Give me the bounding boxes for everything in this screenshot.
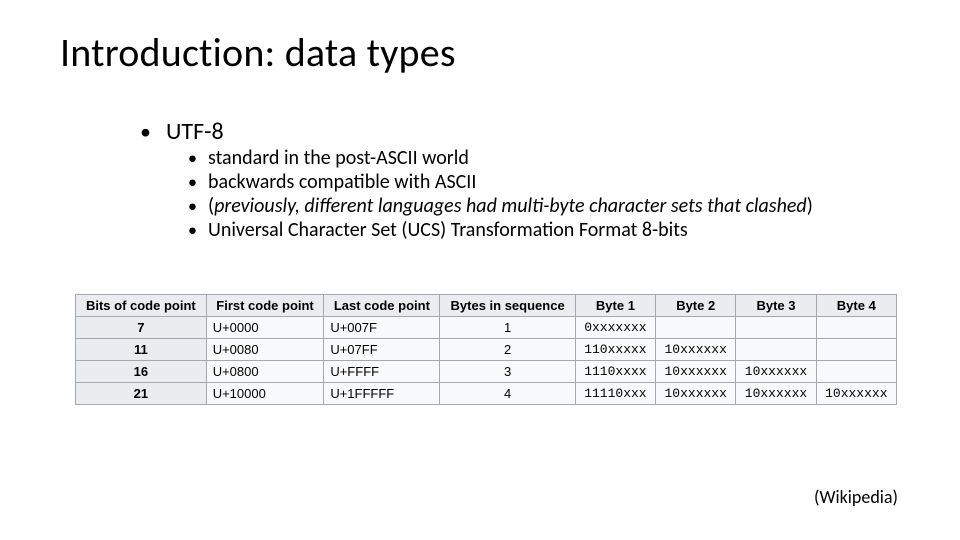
cell-last: U+FFFF — [324, 361, 440, 383]
th-last: Last code point — [324, 295, 440, 317]
cell-b1: 0xxxxxxx — [575, 317, 655, 339]
prev-post: ) — [807, 194, 813, 218]
slide-content: UTF-8 standard in the post-ASCII world b… — [140, 118, 920, 242]
table-row: 21 U+10000 U+1FFFFF 4 11110xxx 10xxxxxx … — [76, 383, 897, 405]
cell-b2: 10xxxxxx — [656, 339, 736, 361]
th-b2: Byte 2 — [656, 295, 736, 317]
cell-bytes: 3 — [440, 361, 575, 383]
bullet-standard: standard in the post-ASCII world — [188, 146, 920, 170]
cell-bits: 7 — [76, 317, 207, 339]
bullet-utf8: UTF-8 standard in the post-ASCII world b… — [140, 118, 920, 242]
citation: (Wikipedia) — [814, 486, 898, 508]
cell-b2 — [656, 317, 736, 339]
cell-bits: 11 — [76, 339, 207, 361]
cell-first: U+0080 — [206, 339, 324, 361]
cell-b1: 110xxxxx — [575, 339, 655, 361]
utf8-table-wrap: Bits of code point First code point Last… — [75, 294, 897, 405]
cell-bits: 21 — [76, 383, 207, 405]
table-row: 7 U+0000 U+007F 1 0xxxxxxx — [76, 317, 897, 339]
bullet-ucs: Universal Character Set (UCS) Transforma… — [188, 218, 920, 242]
table-header-row: Bits of code point First code point Last… — [76, 295, 897, 317]
bullet-backwards: backwards compatible with ASCII — [188, 170, 920, 194]
cell-bits: 16 — [76, 361, 207, 383]
cell-first: U+10000 — [206, 383, 324, 405]
cell-last: U+07FF — [324, 339, 440, 361]
cell-last: U+1FFFFF — [324, 383, 440, 405]
utf8-table: Bits of code point First code point Last… — [75, 294, 897, 405]
table-body: 7 U+0000 U+007F 1 0xxxxxxx 11 U+0080 U+0… — [76, 317, 897, 405]
cell-b3 — [736, 339, 816, 361]
th-bits: Bits of code point — [76, 295, 207, 317]
cell-b2: 10xxxxxx — [656, 383, 736, 405]
th-b4: Byte 4 — [816, 295, 896, 317]
th-bytes: Bytes in sequence — [440, 295, 575, 317]
cell-bytes: 1 — [440, 317, 575, 339]
cell-b3 — [736, 317, 816, 339]
cell-last: U+007F — [324, 317, 440, 339]
slide: Introduction: data types UTF-8 standard … — [0, 0, 960, 540]
cell-b4: 10xxxxxx — [816, 383, 896, 405]
th-first: First code point — [206, 295, 324, 317]
table-row: 16 U+0800 U+FFFF 3 1110xxxx 10xxxxxx 10x… — [76, 361, 897, 383]
cell-bytes: 2 — [440, 339, 575, 361]
cell-b2: 10xxxxxx — [656, 361, 736, 383]
cell-b4 — [816, 361, 896, 383]
cell-b3: 10xxxxxx — [736, 383, 816, 405]
cell-first: U+0800 — [206, 361, 324, 383]
th-b3: Byte 3 — [736, 295, 816, 317]
th-b1: Byte 1 — [575, 295, 655, 317]
cell-b3: 10xxxxxx — [736, 361, 816, 383]
bullet-utf8-label: UTF-8 — [166, 117, 224, 146]
cell-b1: 11110xxx — [575, 383, 655, 405]
cell-b4 — [816, 339, 896, 361]
prev-italic: previously, different languages had mult… — [214, 194, 807, 218]
cell-first: U+0000 — [206, 317, 324, 339]
table-row: 11 U+0080 U+07FF 2 110xxxxx 10xxxxxx — [76, 339, 897, 361]
cell-b4 — [816, 317, 896, 339]
bullet-previously: (previously, different languages had mul… — [188, 194, 920, 218]
cell-bytes: 4 — [440, 383, 575, 405]
slide-title: Introduction: data types — [60, 28, 456, 77]
cell-b1: 1110xxxx — [575, 361, 655, 383]
